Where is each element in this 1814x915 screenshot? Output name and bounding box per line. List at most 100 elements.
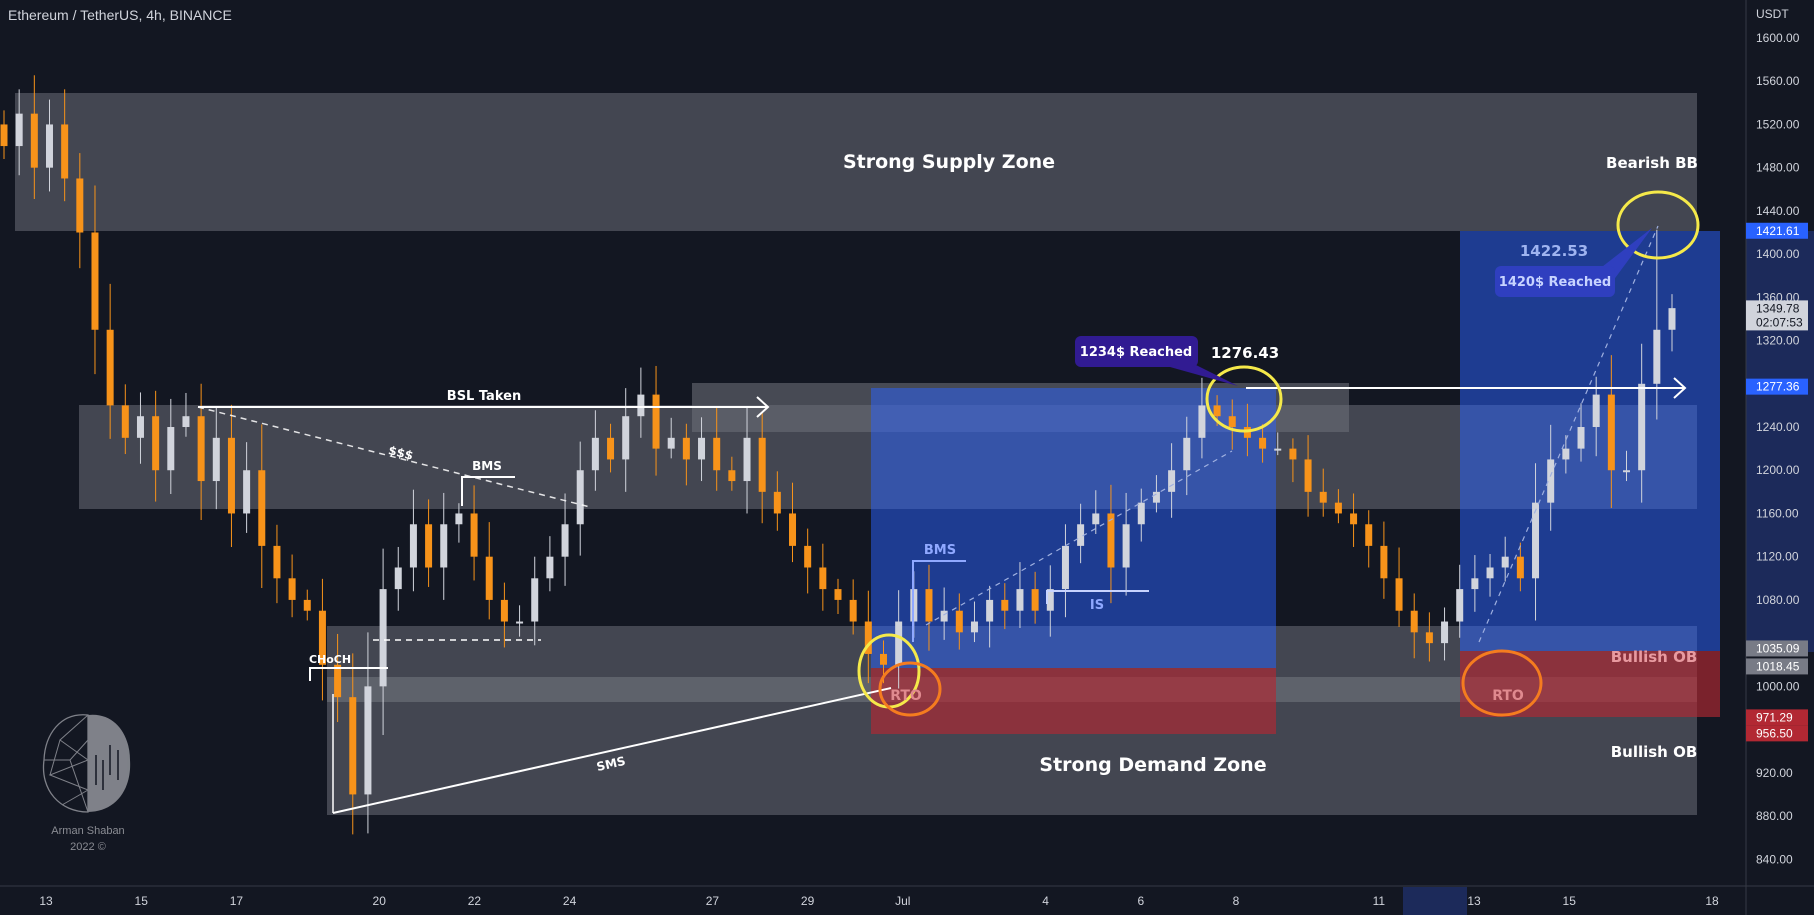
- time-axis-highlight: [1403, 887, 1467, 915]
- high-label-2: 1422.53: [1520, 242, 1588, 260]
- candle-body: [1168, 470, 1176, 492]
- y-tick-label: 1160.00: [1756, 506, 1799, 520]
- candle-body: [561, 524, 569, 557]
- x-tick-label: 20: [373, 894, 387, 908]
- candle-body: [713, 437, 721, 471]
- candle-body: [1395, 578, 1403, 611]
- candle-body: [895, 621, 903, 665]
- candle: [1395, 547, 1403, 627]
- candle-body: [591, 437, 599, 471]
- candle-body: [955, 610, 963, 633]
- candle-body: [637, 394, 645, 417]
- candle-body: [516, 621, 524, 624]
- candle-body: [258, 470, 266, 546]
- red-box-1[interactable]: [871, 668, 1276, 734]
- candle-body: [1410, 610, 1418, 633]
- candle-body: [379, 589, 387, 687]
- x-tick-label: 4: [1042, 894, 1049, 908]
- candle-body: [1334, 502, 1342, 514]
- candle-body: [698, 437, 706, 460]
- candle-body: [986, 599, 994, 622]
- y-tick-label: 1480.00: [1756, 161, 1800, 175]
- x-tick-label: 17: [230, 894, 244, 908]
- candle-body: [1092, 513, 1100, 525]
- blue-box-1[interactable]: [871, 388, 1276, 668]
- candle-body: [1668, 308, 1676, 330]
- is-label: IS: [1090, 598, 1104, 613]
- x-tick-label: 24: [563, 894, 577, 908]
- candle-body: [1365, 524, 1373, 546]
- time-axis[interactable]: 13 15 17 20 22 24 27 29 Jul 4 6 8 11 13 15 18: [39, 894, 1719, 908]
- candle-body: [1152, 491, 1160, 503]
- candle-body: [1441, 621, 1449, 644]
- candle-body: [1577, 427, 1585, 449]
- bms-label-2: BMS: [924, 543, 956, 558]
- candle-body: [1228, 416, 1236, 428]
- candle-body: [819, 567, 827, 590]
- candle-body: [682, 437, 690, 460]
- candle-body: [121, 405, 129, 438]
- candle-body: [288, 578, 296, 600]
- price-marker-red: 971.29: [1746, 709, 1808, 726]
- candle: [804, 528, 812, 594]
- candle-body: [440, 524, 448, 568]
- candle-body: [61, 124, 69, 179]
- y-tick-label: 1600.00: [1756, 31, 1800, 45]
- candle-body: [1031, 589, 1039, 611]
- rto-label-1: RTO: [890, 688, 922, 704]
- x-tick-label: 15: [1563, 894, 1577, 908]
- candle-body: [1183, 437, 1191, 471]
- x-tick-label: 22: [468, 894, 482, 908]
- candle-body: [576, 470, 584, 525]
- candle-body: [607, 437, 615, 460]
- candle-body: [531, 578, 539, 622]
- candle: [288, 554, 296, 618]
- candle-body: [152, 416, 160, 471]
- candle-body: [455, 513, 463, 525]
- candle-body: [106, 329, 114, 406]
- candle: [0, 110, 8, 160]
- candle-body: [728, 470, 736, 482]
- y-tick-label: 880.00: [1756, 809, 1793, 823]
- y-tick-label: 1560.00: [1756, 74, 1800, 88]
- candle-body: [925, 589, 933, 622]
- candle-body: [1516, 556, 1524, 579]
- candle-body: [76, 178, 84, 233]
- bsl-taken-label: BSL Taken: [447, 389, 521, 404]
- x-tick-label: 11: [1373, 894, 1386, 908]
- demand-zone-label: Strong Demand Zone: [1039, 754, 1266, 776]
- candle-body: [197, 416, 205, 482]
- chart-canvas[interactable]: 1234$ Reached 1420$ Reached Strong Suppl…: [0, 0, 1814, 915]
- callout-2-text: 1420$ Reached: [1499, 275, 1611, 290]
- candle-body: [1547, 459, 1555, 503]
- candle-body: [1471, 578, 1479, 590]
- x-tick-label: 27: [706, 894, 720, 908]
- x-tick-label: 29: [801, 894, 815, 908]
- rto-label-2: RTO: [1492, 688, 1524, 704]
- candle-body: [500, 599, 508, 622]
- y-tick-label: 1080.00: [1756, 593, 1800, 607]
- y-tick-label: 1320.00: [1756, 334, 1800, 348]
- candle-body: [970, 621, 978, 633]
- x-tick-label: 6: [1137, 894, 1144, 908]
- candle-body: [1122, 524, 1130, 568]
- y-tick-label: 1400.00: [1756, 247, 1800, 261]
- candle-body: [804, 545, 812, 568]
- candle-body: [789, 513, 797, 546]
- candle-body: [409, 524, 417, 568]
- x-tick-label: 13: [39, 894, 53, 908]
- svg-text:956.50: 956.50: [1756, 726, 1793, 740]
- candle: [303, 589, 311, 621]
- candle-body: [227, 437, 235, 514]
- candle-body: [1638, 383, 1646, 471]
- candle-body: [652, 394, 660, 449]
- candle: [1365, 510, 1373, 568]
- x-tick-label: Jul: [895, 894, 910, 908]
- candle-body: [1486, 567, 1494, 579]
- choch-label: CHoCH: [309, 653, 351, 666]
- candle-body: [834, 589, 842, 600]
- candle: [1380, 521, 1388, 599]
- svg-text:02:07:53: 02:07:53: [1756, 315, 1803, 329]
- candle-body: [485, 556, 493, 600]
- candle-body: [849, 599, 857, 622]
